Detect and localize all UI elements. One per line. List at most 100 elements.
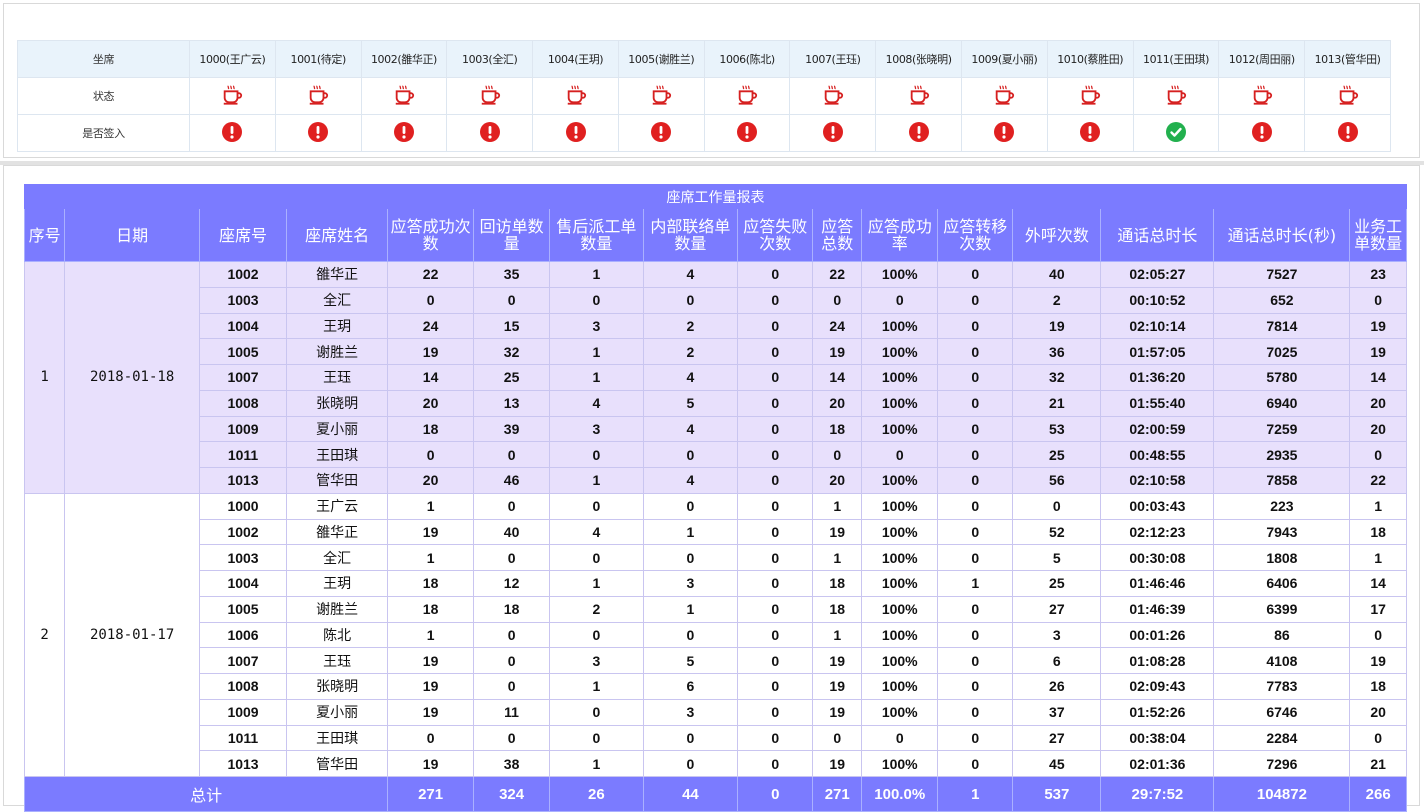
column-header[interactable]: 应答成功率 xyxy=(861,208,939,262)
table-cell: 0 xyxy=(737,724,814,752)
seat-state-cell[interactable] xyxy=(703,77,791,115)
table-cell: 19 xyxy=(1349,312,1407,340)
signed-in-row-label: 是否签入 xyxy=(17,114,190,152)
seat-name-cell: 谢胜兰 xyxy=(286,338,389,365)
seat-label: 1006(陈北) xyxy=(703,40,791,78)
column-header[interactable]: 业务工单数量 xyxy=(1349,208,1407,262)
table-cell: 1 xyxy=(937,570,1014,597)
column-header[interactable]: 外呼次数 xyxy=(1012,208,1102,262)
seat-state-cell[interactable] xyxy=(875,77,963,115)
total-cell: 266 xyxy=(1349,776,1407,812)
table-cell: 0 xyxy=(937,673,1014,700)
table-cell: 02:10:14 xyxy=(1100,312,1215,340)
table-cell: 0 xyxy=(387,724,475,752)
seat-state-cell[interactable] xyxy=(446,77,534,115)
seat-state-cell[interactable] xyxy=(532,77,619,115)
table-cell: 7858 xyxy=(1213,467,1351,494)
table-cell: 27 xyxy=(1012,595,1102,623)
seat-number-cell: 1000 xyxy=(199,492,288,520)
alert-exclamation-icon xyxy=(1251,121,1272,142)
table-cell: 32 xyxy=(1012,364,1102,391)
agent-status-table: 坐席 1000(王广云) 1001(待定) 1002(雒华正) 1003(全汇) 100… xyxy=(17,40,1391,152)
table-cell: 1 xyxy=(549,364,644,391)
table-cell: 25 xyxy=(1012,570,1102,597)
table-cell: 4 xyxy=(642,415,739,443)
column-header[interactable]: 座席号 xyxy=(199,208,288,262)
report-body: 1 2018-01-18 1002 雒华正 22 35 1 4 0 22 100% 0 40 02:05:… xyxy=(23,261,1407,812)
table-cell: 38 xyxy=(473,750,551,777)
seat-label: 1011(王田琪) xyxy=(1132,40,1220,78)
seat-state-cell[interactable] xyxy=(189,77,276,115)
seat-name-cell: 全汇 xyxy=(286,286,389,314)
seat-state-cell[interactable] xyxy=(789,77,877,115)
table-cell: 0 xyxy=(473,286,551,314)
seat-state-cell[interactable] xyxy=(617,77,705,115)
table-cell: 01:57:05 xyxy=(1100,338,1215,365)
table-cell: 100% xyxy=(861,544,939,571)
table-cell: 24 xyxy=(812,312,863,340)
seat-state-cell[interactable] xyxy=(1304,77,1391,115)
column-header[interactable]: 售后派工单数量 xyxy=(549,208,644,262)
table-cell: 0 xyxy=(937,261,1014,288)
seat-signed-in-cell xyxy=(360,114,448,152)
table-cell: 0 xyxy=(937,312,1014,340)
coffee-cup-icon xyxy=(395,84,415,105)
table-cell: 00:38:04 xyxy=(1100,724,1215,752)
agent-status-panel: 坐席 1000(王广云) 1001(待定) 1002(雒华正) 1003(全汇) 100… xyxy=(3,3,1420,158)
table-cell: 6399 xyxy=(1213,595,1351,623)
alert-exclamation-icon xyxy=(479,121,500,142)
column-header[interactable]: 应答成功次数 xyxy=(387,208,475,262)
table-cell: 14 xyxy=(812,364,863,391)
seat-label: 1010(蔡胜田) xyxy=(1046,40,1134,78)
column-header[interactable]: 应答总数 xyxy=(812,208,863,262)
column-header[interactable]: 回访单数量 xyxy=(473,208,551,262)
table-cell: 5 xyxy=(1012,544,1102,571)
column-header[interactable]: 内部联络单数量 xyxy=(642,208,739,262)
table-cell: 223 xyxy=(1213,492,1351,520)
table-cell: 18 xyxy=(812,570,863,597)
seat-number-cell: 1004 xyxy=(199,570,288,597)
table-row: 1013 管华田 20 46 1 4 0 20 100% 0 56 02:10:58 7858 22 xyxy=(25,467,1407,494)
column-header[interactable]: 应答失败次数 xyxy=(737,208,814,262)
column-header[interactable]: 序号 xyxy=(23,208,66,262)
seat-number-cell: 1006 xyxy=(199,621,288,649)
table-cell: 20 xyxy=(1349,698,1407,726)
table-row: 1005 谢胜兰 18 18 2 1 0 18 100% 0 27 01:46:39 6399 17 xyxy=(25,595,1407,623)
seat-signed-in-cell xyxy=(446,114,534,152)
seat-state-cell[interactable] xyxy=(961,77,1048,115)
table-cell: 2 xyxy=(642,338,739,365)
table-cell: 35 xyxy=(473,261,551,288)
group-date-cell: 2018-01-18 xyxy=(64,261,201,494)
seat-name-cell: 谢胜兰 xyxy=(286,595,389,623)
column-header[interactable]: 应答转移次数 xyxy=(937,208,1014,262)
table-cell: 1 xyxy=(812,544,863,571)
table-row: 1005 谢胜兰 19 32 1 2 0 19 100% 0 36 01:57:05 7025 19 xyxy=(25,338,1407,365)
seat-name-cell: 王田琪 xyxy=(286,724,389,752)
table-cell: 100% xyxy=(861,673,939,700)
seat-name-cell: 王玥 xyxy=(286,570,389,597)
table-cell: 19 xyxy=(1012,312,1102,340)
seat-state-cell[interactable] xyxy=(360,77,448,115)
coffee-cup-icon xyxy=(1339,84,1358,105)
table-cell: 52 xyxy=(1012,518,1102,546)
column-header[interactable]: 日期 xyxy=(64,208,201,262)
table-cell: 1 xyxy=(549,673,644,700)
seat-signed-in-cell xyxy=(532,114,619,152)
seat-state-cell[interactable] xyxy=(1132,77,1220,115)
seat-name-cell: 王田琪 xyxy=(286,441,389,468)
column-header[interactable]: 座席姓名 xyxy=(286,208,389,262)
table-row: 1004 王玥 18 12 1 3 0 18 100% 1 25 01:46:46 6406 14 xyxy=(25,570,1407,597)
seat-row-label: 坐席 xyxy=(17,40,190,78)
table-cell: 02:10:58 xyxy=(1100,467,1215,494)
table-cell: 36 xyxy=(1012,338,1102,365)
seat-state-cell[interactable] xyxy=(1218,77,1306,115)
seat-state-cell[interactable] xyxy=(1046,77,1134,115)
table-cell: 4 xyxy=(642,467,739,494)
column-header[interactable]: 通话总时长 xyxy=(1100,208,1215,262)
table-cell: 0 xyxy=(549,544,644,571)
table-cell: 19 xyxy=(387,647,475,674)
seat-number-cell: 1013 xyxy=(199,467,288,494)
seat-state-cell[interactable] xyxy=(274,77,362,115)
workload-report-table: 座席工作量报表 序号 日期 座席号 座席姓名 应答成功次数 回访单数量 售后派工单数量 内部联… xyxy=(23,184,1407,812)
column-header[interactable]: 通话总时长(秒) xyxy=(1213,208,1351,262)
